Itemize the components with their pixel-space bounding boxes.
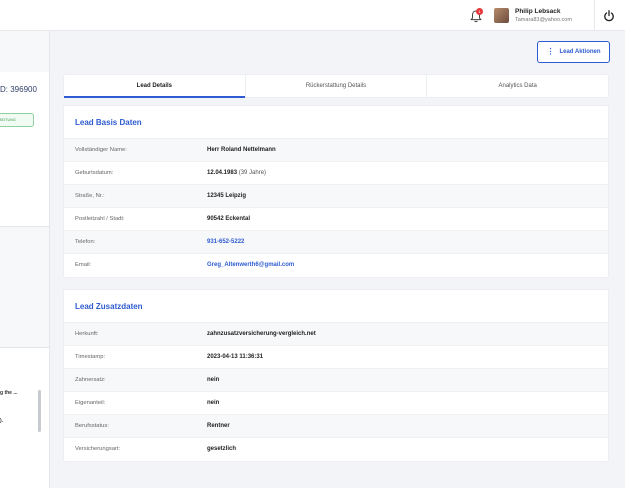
table-row: Email: Greg_Altenwerth6@gmail.com [64, 254, 608, 277]
row-value: nein [207, 377, 220, 383]
row-label: Email: [75, 262, 92, 268]
email-link[interactable]: Greg_Altenwerth6@gmail.com [207, 254, 294, 277]
table-row: Berufsstatus: Rentner [64, 415, 608, 438]
lead-actions-button[interactable]: ⋮ Lead Aktionen [537, 41, 610, 63]
row-value: 12.04.1983 (39 Jahre) [207, 162, 266, 185]
row-value: 12345 Leipzig [207, 193, 247, 199]
note-text: ). [0, 418, 4, 424]
table-row: Postleitzahl / Stadt: 90542 Eckental [64, 208, 608, 231]
power-icon[interactable] [603, 10, 615, 22]
table-row: Versicherungsart: gesetzlich [64, 438, 608, 461]
row-value: zahnzusatzversicherung-vergleich.net [207, 331, 316, 337]
note-text: g the ... [0, 390, 18, 396]
scrollbar[interactable] [38, 390, 41, 432]
table-row: Vollständiger Name: Herr Roland Nettelma… [64, 139, 608, 162]
table-row: Telefon: 931-652-5222 [64, 231, 608, 254]
lead-id: D: 396900 [0, 85, 37, 94]
notes-card [0, 347, 49, 488]
user-name[interactable]: Philip Lebsack [515, 8, 561, 15]
more-vertical-icon: ⋮ [546, 47, 555, 56]
tab-bar: Lead Details Rückerstattung Details Anal… [63, 74, 609, 98]
tab-rueckerstattung-details[interactable]: Rückerstattung Details [246, 75, 428, 97]
table-row: Geburtsdatum: 12.04.1983 (39 Jahre) [64, 162, 608, 185]
row-label: Eigenanteil: [75, 400, 106, 406]
card-title: Lead Basis Daten [64, 106, 608, 139]
status-badge[interactable]: BEITUNG [0, 113, 34, 127]
user-email: Tamara83@yahoo.com [515, 17, 572, 23]
row-label: Straße, Nr.: [75, 193, 105, 199]
top-bar: 1 Philip Lebsack Tamara83@yahoo.com [0, 0, 625, 31]
row-label: Telefon: [75, 239, 96, 245]
lead-summary-card [0, 72, 49, 227]
birth-date: 12.04.1983 [207, 170, 238, 176]
row-label: Versicherungsart: [75, 446, 121, 452]
row-label: Herkunft: [75, 331, 99, 337]
row-label: Zahnersatz: [75, 377, 106, 383]
row-label: Vollständiger Name: [75, 147, 127, 153]
row-value: Rentner [207, 423, 230, 429]
lead-actions-label: Lead Aktionen [559, 49, 601, 55]
row-label: Berufsstatus: [75, 423, 109, 429]
table-row: Timestamp: 2023-04-13 11:36:31 [64, 346, 608, 369]
phone-link[interactable]: 931-652-5222 [207, 231, 244, 254]
row-value: 2023-04-13 11:36:31 [207, 354, 264, 360]
row-value: 90542 Eckental [207, 216, 251, 222]
table-row: Herkunft: zahnzusatzversicherung-verglei… [64, 323, 608, 346]
tab-analytics-data[interactable]: Analytics Data [427, 75, 608, 97]
divider [594, 0, 595, 31]
notification-badge: 1 [476, 8, 483, 15]
table-row: Straße, Nr.: 12345 Leipzig [64, 185, 608, 208]
row-value: nein [207, 400, 220, 406]
left-panel [0, 31, 50, 488]
lead-zusatz-card: Lead Zusatzdaten Herkunft: zahnzusatzver… [63, 289, 609, 462]
table-row: Zahnersatz: nein [64, 369, 608, 392]
row-value: gesetzlich [207, 446, 237, 452]
row-label: Postleitzahl / Stadt: [75, 216, 125, 222]
card-title: Lead Zusatzdaten [64, 290, 608, 323]
row-label: Timestamp: [75, 354, 106, 360]
tab-lead-details[interactable]: Lead Details [64, 75, 246, 98]
lead-basis-card: Lead Basis Daten Vollständiger Name: Her… [63, 105, 609, 278]
table-row: Eigenanteil: nein [64, 392, 608, 415]
row-label: Geburtsdatum: [75, 170, 114, 176]
avatar[interactable] [494, 8, 509, 23]
row-value: Herr Roland Nettelmann [207, 147, 276, 153]
age: (39 Jahre) [237, 170, 267, 176]
